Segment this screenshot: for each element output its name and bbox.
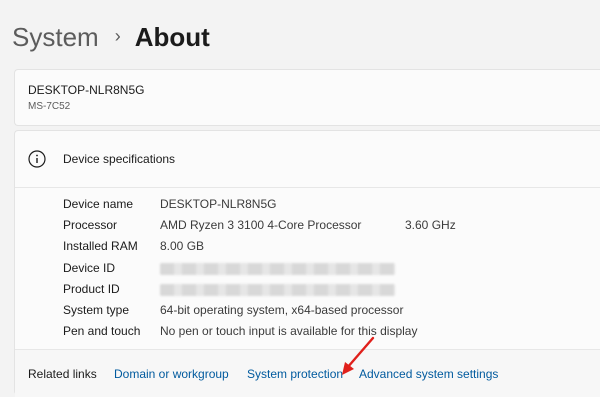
spec-label: Product ID bbox=[63, 282, 120, 296]
breadcrumb-system[interactable]: System bbox=[12, 20, 99, 54]
page-title: About bbox=[134, 22, 210, 52]
breadcrumb: System › About bbox=[12, 20, 210, 54]
spec-label: Installed RAM bbox=[63, 239, 138, 253]
spec-row-device-name: Device name DESKTOP-NLR8N5G bbox=[63, 196, 583, 212]
device-name-heading: DESKTOP-NLR8N5G bbox=[28, 83, 145, 97]
spec-row-processor: Processor AMD Ryzen 3 3100 4-Core Proces… bbox=[63, 217, 583, 233]
device-specifications-header[interactable]: Device specifications bbox=[15, 131, 600, 188]
device-name-card: DESKTOP-NLR8N5G MS-7C52 bbox=[14, 69, 600, 126]
spec-row-system-type: System type 64-bit operating system, x64… bbox=[63, 302, 583, 318]
spec-label: Processor bbox=[63, 218, 118, 232]
spec-row-pen-and-touch: Pen and touch No pen or touch input is a… bbox=[63, 323, 583, 339]
redacted-value bbox=[160, 263, 395, 275]
spec-row-product-id: Product ID bbox=[63, 281, 583, 297]
spec-value: 64-bit operating system, x64-based proce… bbox=[160, 303, 404, 317]
chevron-right-icon: › bbox=[114, 26, 121, 46]
spec-row-installed-ram: Installed RAM 8.00 GB bbox=[63, 238, 583, 254]
domain-or-workgroup-link[interactable]: Domain or workgroup bbox=[114, 367, 229, 381]
device-specifications-title: Device specifications bbox=[63, 152, 176, 166]
related-links-label: Related links bbox=[28, 367, 97, 381]
info-icon bbox=[28, 150, 46, 168]
spec-value-clock-speed: 3.60 GHz bbox=[405, 218, 456, 232]
spec-label: Device ID bbox=[63, 261, 116, 275]
redacted-value bbox=[160, 284, 395, 296]
spec-value: 8.00 GB bbox=[160, 239, 205, 253]
spec-label: Pen and touch bbox=[63, 324, 141, 338]
device-specifications-card: Device specifications Device name DESKTO… bbox=[14, 130, 600, 397]
spec-row-device-id: Device ID bbox=[63, 260, 583, 276]
system-protection-link[interactable]: System protection bbox=[247, 367, 343, 381]
spec-label: Device name bbox=[63, 197, 134, 211]
red-arrow-icon bbox=[342, 336, 375, 375]
spec-value: AMD Ryzen 3 3100 4-Core Processor bbox=[160, 218, 362, 232]
spec-label: System type bbox=[63, 303, 130, 317]
related-links-bar: Related links Domain or workgroup System… bbox=[15, 349, 600, 397]
spec-value: DESKTOP-NLR8N5G bbox=[160, 197, 277, 211]
device-model: MS-7C52 bbox=[28, 101, 71, 112]
